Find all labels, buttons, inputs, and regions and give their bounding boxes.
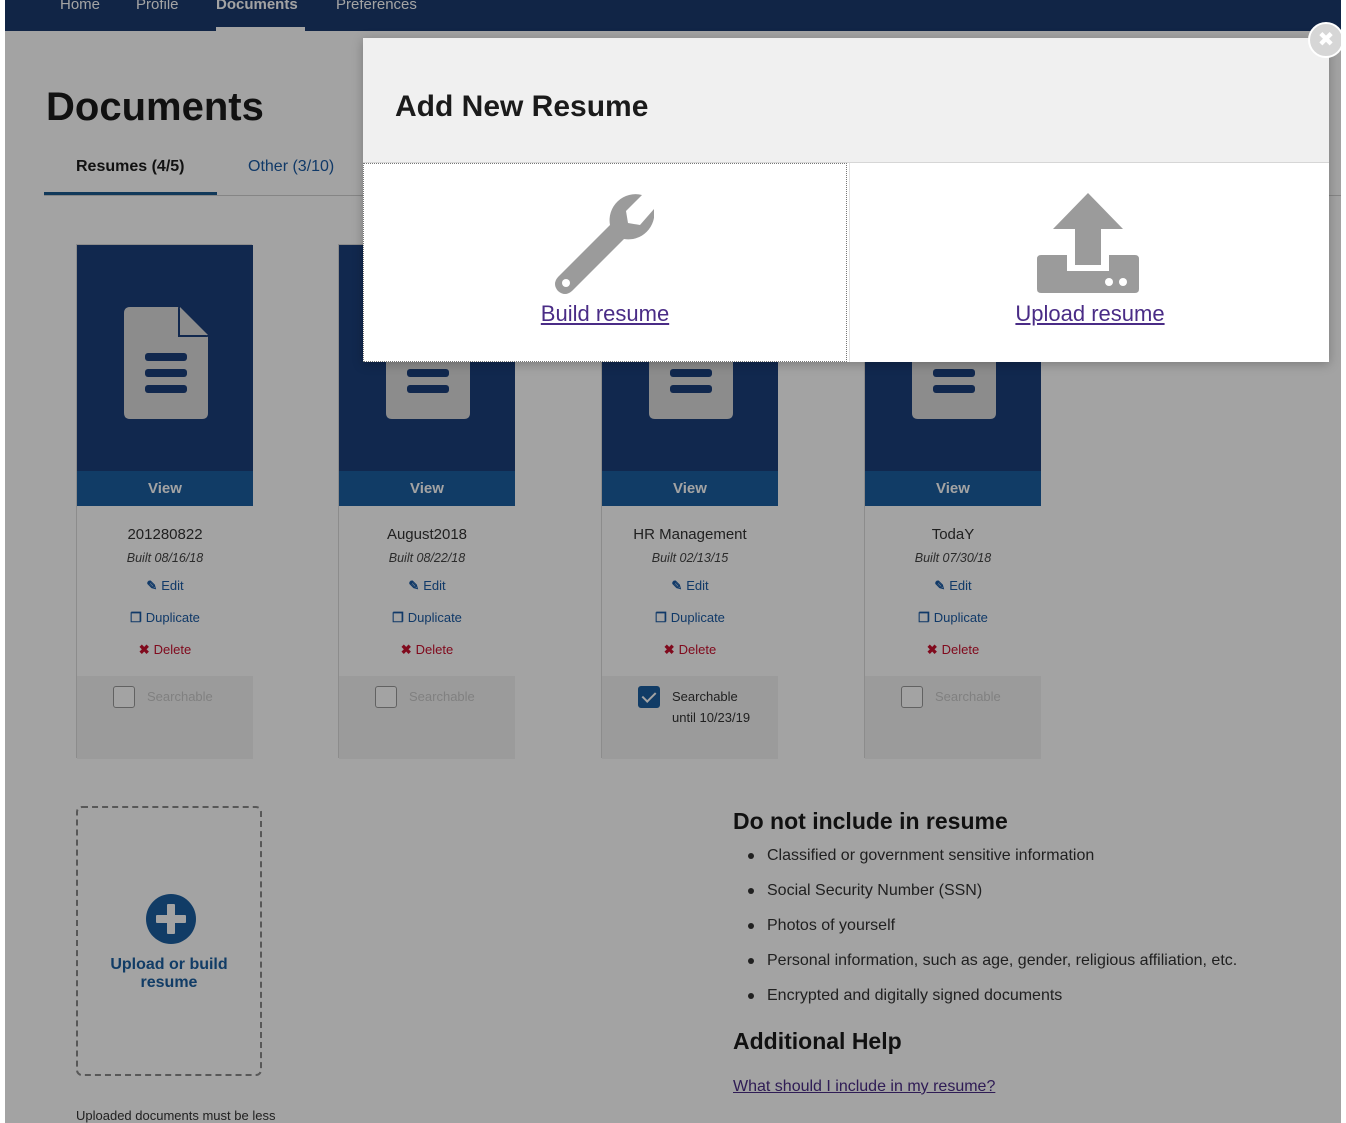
upload-resume-link[interactable]: Upload resume bbox=[850, 301, 1330, 327]
upload-tray-icon bbox=[1037, 193, 1139, 293]
add-resume-modal: Add New Resume Build resume Upload resum… bbox=[363, 38, 1329, 362]
documents-page: Home Profile Documents Preferences Docum… bbox=[5, 0, 1346, 1123]
build-resume-option[interactable]: Build resume bbox=[363, 163, 847, 362]
modal-header: Add New Resume bbox=[363, 38, 1329, 163]
build-resume-link[interactable]: Build resume bbox=[363, 301, 847, 327]
close-icon[interactable]: ✖ bbox=[1308, 22, 1344, 58]
wrench-icon bbox=[555, 194, 654, 294]
right-edge bbox=[1341, 0, 1346, 1123]
modal-title: Add New Resume bbox=[395, 90, 649, 123]
upload-resume-option[interactable]: Upload resume bbox=[849, 163, 1330, 362]
